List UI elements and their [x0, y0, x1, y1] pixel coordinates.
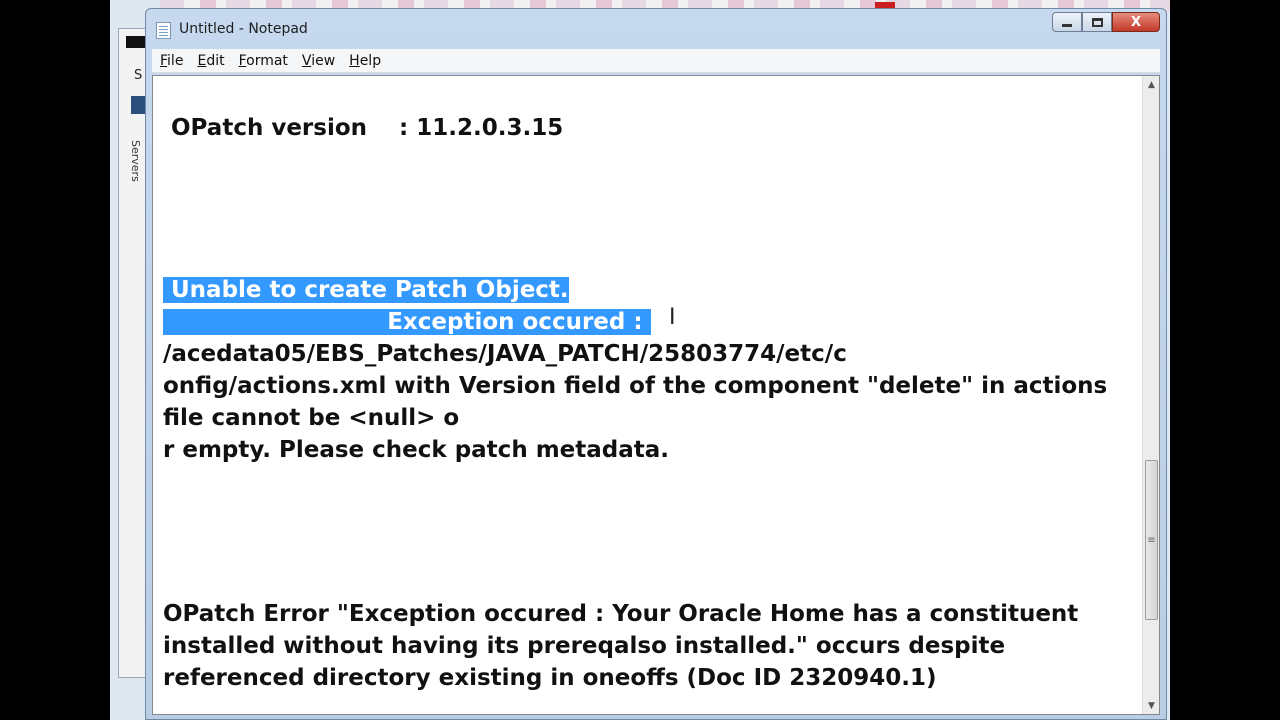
menu-edit[interactable]: Edit: [197, 53, 224, 69]
text-line-selected[interactable]: Unable to create Patch Object.: [163, 274, 569, 306]
menu-view-label: iew: [311, 52, 336, 69]
text-line[interactable]: OPatch Error "Exception occured : Your O…: [163, 598, 1078, 630]
menu-file[interactable]: File: [160, 53, 183, 69]
ibeam-cursor-icon: I: [669, 305, 676, 330]
menu-view-accel: V: [301, 52, 312, 69]
notepad-window: Untitled - Notepad X File Edit Format Vi…: [145, 8, 1167, 720]
text-line[interactable]: file cannot be <null> o: [163, 402, 459, 434]
menu-bar: File Edit Format View Help: [152, 49, 1160, 73]
maximize-button[interactable]: [1082, 12, 1112, 32]
close-button[interactable]: X: [1112, 12, 1160, 32]
maximize-icon: [1091, 17, 1103, 27]
title-bar[interactable]: Untitled - Notepad X: [146, 9, 1166, 47]
menu-edit-accel: E: [197, 52, 207, 69]
vertical-scrollbar[interactable]: ▲ ≡ ▼: [1142, 76, 1159, 714]
selection-highlight[interactable]: Exception occured :: [163, 309, 651, 335]
menu-view[interactable]: View: [302, 53, 335, 69]
background-window-icon: [126, 36, 146, 48]
background-window-letter: S: [134, 68, 143, 83]
scroll-up-arrow-icon[interactable]: ▲: [1143, 76, 1160, 93]
background-blue-icon: [131, 96, 145, 114]
menu-file-accel: F: [160, 52, 168, 69]
notepad-icon[interactable]: [156, 22, 171, 39]
editor-area[interactable]: OPatch version : 11.2.0.3.15 Unable to c…: [152, 75, 1160, 715]
minimize-icon: [1062, 24, 1072, 27]
menu-edit-label: dit: [206, 52, 225, 69]
menu-file-label: ile: [167, 52, 184, 69]
text-line[interactable]: installed without having its prereqalso …: [163, 630, 1005, 662]
menu-format-accel: F: [238, 52, 247, 69]
menu-format-label: ormat: [246, 52, 288, 69]
window-controls: X: [1052, 12, 1160, 32]
close-icon: X: [1130, 14, 1142, 30]
menu-help-label: elp: [359, 52, 382, 69]
selection-highlight[interactable]: Unable to create Patch Object.: [163, 277, 569, 303]
text-editor[interactable]: OPatch version : 11.2.0.3.15 Unable to c…: [153, 76, 1143, 714]
window-title: Untitled - Notepad: [179, 21, 308, 37]
menu-format[interactable]: Format: [239, 53, 288, 69]
text-line-selected[interactable]: Exception occured :: [163, 306, 651, 338]
minimize-button[interactable]: [1052, 12, 1082, 32]
menu-help-accel: H: [349, 52, 360, 69]
text-line[interactable]: OPatch version : 11.2.0.3.15: [163, 112, 563, 144]
text-line[interactable]: r empty. Please check patch metadata.: [163, 434, 669, 466]
scroll-down-arrow-icon[interactable]: ▼: [1143, 697, 1160, 714]
text-line[interactable]: referenced directory existing in oneoffs…: [163, 662, 937, 694]
scrollbar-thumb[interactable]: ≡: [1145, 460, 1158, 620]
menu-help[interactable]: Help: [349, 53, 381, 69]
text-line[interactable]: /acedata05/EBS_Patches/JAVA_PATCH/258037…: [163, 338, 847, 370]
text-line[interactable]: onfig/actions.xml with Version field of …: [163, 370, 1107, 402]
grip-icon: ≡: [1147, 534, 1156, 546]
background-servers-tab[interactable]: Servers: [129, 140, 142, 182]
